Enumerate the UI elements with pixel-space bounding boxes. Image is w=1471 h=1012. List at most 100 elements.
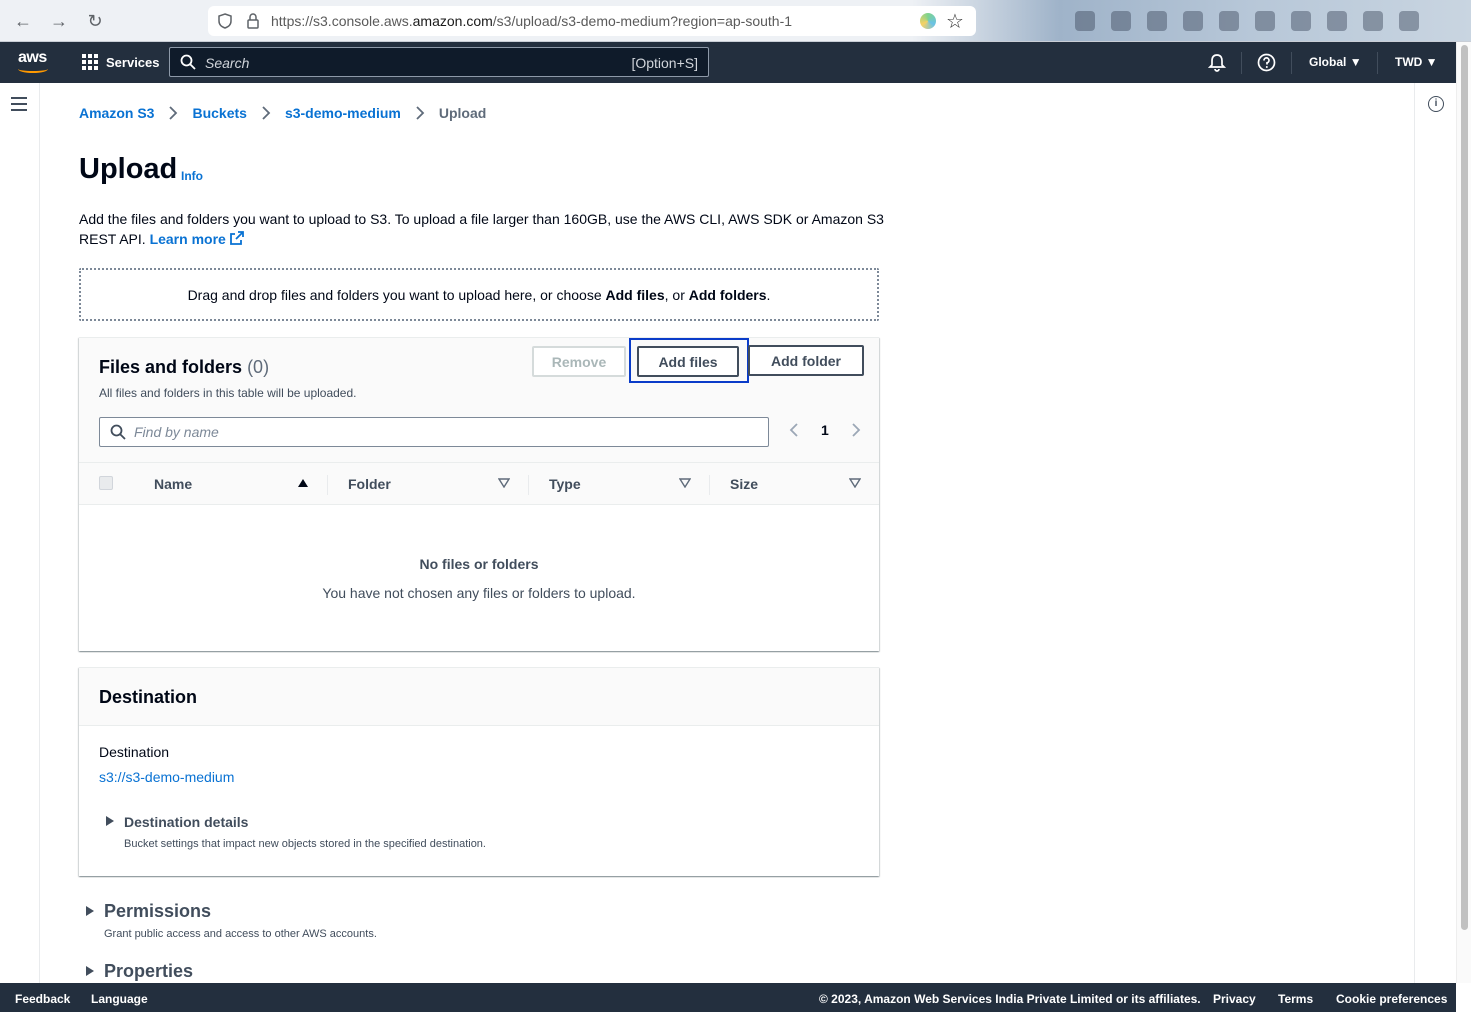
destination-uri-link[interactable]: s3://s3-demo-medium xyxy=(99,769,234,785)
chevron-right-icon xyxy=(416,106,425,120)
empty-state-title: No files or folders xyxy=(419,556,539,572)
extension-icon[interactable] xyxy=(1291,11,1311,31)
destination-panel: Destination Destination s3://s3-demo-med… xyxy=(79,667,879,876)
services-menu-button[interactable]: Services xyxy=(82,54,160,70)
page-description: Add the files and folders you want to up… xyxy=(79,211,884,247)
search-icon xyxy=(110,424,126,440)
page-number[interactable]: 1 xyxy=(821,422,829,438)
column-divider xyxy=(709,475,710,495)
extension-icon[interactable] xyxy=(1255,11,1275,31)
remove-button[interactable]: Remove xyxy=(532,346,626,377)
breadcrumb-bucket[interactable]: s3-demo-medium xyxy=(285,105,401,121)
upload-dropzone[interactable]: Drag and drop files and folders you want… xyxy=(79,268,879,321)
chevron-left-icon[interactable] xyxy=(787,422,801,438)
files-count: (0) xyxy=(247,357,270,377)
caret-down-icon: ▼ xyxy=(1349,55,1362,69)
extensions-puzzle-icon[interactable] xyxy=(1363,11,1383,31)
column-header-type[interactable]: Type xyxy=(549,476,581,492)
extension-icon[interactable] xyxy=(1111,11,1131,31)
menu-hamburger-icon[interactable] xyxy=(11,97,27,111)
extension-icon[interactable] xyxy=(1147,11,1167,31)
files-panel-header: Files and folders (0) All files and fold… xyxy=(79,338,879,463)
browser-toolbar: ← → ↻ https://s3.console.aws.amazon.com/… xyxy=(0,0,1471,42)
account-dropdown[interactable]: TWD ▼ xyxy=(1395,55,1438,69)
find-by-name-input[interactable]: Find by name xyxy=(99,417,769,447)
sort-descending-icon[interactable] xyxy=(849,478,861,488)
terms-link[interactable]: Terms xyxy=(1278,992,1313,1006)
breadcrumb-current: Upload xyxy=(438,105,487,121)
nav-divider xyxy=(1241,52,1242,74)
back-icon[interactable]: ← xyxy=(12,10,34,32)
bookmark-star-icon[interactable]: ☆ xyxy=(946,9,964,34)
empty-state-message: You have not chosen any files or folders… xyxy=(322,585,636,601)
destination-title: Destination xyxy=(99,687,198,707)
column-header-name[interactable]: Name xyxy=(154,476,192,492)
search-shortcut: [Option+S] xyxy=(631,55,698,71)
page-scrollbar[interactable] xyxy=(1456,42,1471,983)
pocket-icon[interactable] xyxy=(1075,11,1095,31)
browser-menu-icon[interactable] xyxy=(1399,11,1419,31)
column-divider xyxy=(528,475,529,495)
console-footer: Feedback Language © 2023, Amazon Web Ser… xyxy=(0,983,1456,1012)
search-placeholder: Search xyxy=(205,55,250,71)
caret-right-icon[interactable] xyxy=(86,966,94,976)
pagination: 1 xyxy=(787,422,863,438)
forward-icon[interactable]: → xyxy=(48,10,70,32)
extension-icon[interactable] xyxy=(1219,11,1239,31)
nav-divider xyxy=(1291,52,1292,74)
url-text: https://s3.console.aws.amazon.com/s3/upl… xyxy=(271,13,793,29)
sort-descending-icon[interactable] xyxy=(679,478,691,488)
lock-icon xyxy=(247,13,259,29)
sort-descending-icon[interactable] xyxy=(498,478,510,488)
extension-icon[interactable] xyxy=(1183,11,1203,31)
chevron-right-icon xyxy=(262,106,271,120)
properties-section-toggle[interactable]: Properties xyxy=(104,961,193,982)
aws-smile-icon xyxy=(18,65,48,73)
table-header: Name Folder Type Size xyxy=(79,463,879,505)
breadcrumb-amazon-s3[interactable]: Amazon S3 xyxy=(79,105,154,121)
files-panel-subtitle: All files and folders in this table will… xyxy=(99,386,357,400)
shield-icon xyxy=(218,13,232,29)
region-dropdown[interactable]: Global ▼ xyxy=(1309,55,1362,69)
global-search-input[interactable]: Search [Option+S] xyxy=(169,47,709,77)
caret-down-icon: ▼ xyxy=(1425,55,1438,69)
destination-details-description: Bucket settings that impact new objects … xyxy=(124,838,486,850)
scrollbar-thumb[interactable] xyxy=(1461,45,1468,930)
nav-divider xyxy=(1377,52,1378,74)
destination-details-toggle[interactable]: Destination details xyxy=(124,814,248,830)
destination-label: Destination xyxy=(99,744,170,760)
column-header-size[interactable]: Size xyxy=(730,476,758,492)
files-panel-title: Files and folders (0) xyxy=(99,357,270,377)
language-link[interactable]: Language xyxy=(91,992,148,1006)
learn-more-link[interactable]: Learn more xyxy=(150,231,244,247)
notifications-bell-icon[interactable] xyxy=(1208,53,1226,72)
column-divider xyxy=(327,475,328,495)
privacy-link[interactable]: Privacy xyxy=(1213,992,1256,1006)
chevron-right-icon[interactable] xyxy=(849,422,863,438)
right-side-rail: i xyxy=(1414,83,1456,983)
caret-right-icon[interactable] xyxy=(86,906,94,916)
sort-ascending-icon[interactable] xyxy=(297,478,309,488)
services-label: Services xyxy=(106,54,160,70)
add-files-button[interactable]: Add files xyxy=(637,346,739,377)
permissions-section-toggle[interactable]: Permissions xyxy=(104,901,211,922)
breadcrumb: Amazon S3 Buckets s3-demo-medium Upload xyxy=(79,105,486,121)
address-bar[interactable]: https://s3.console.aws.amazon.com/s3/upl… xyxy=(208,6,976,36)
permissions-description: Grant public access and access to other … xyxy=(104,928,377,940)
destination-panel-header: Destination xyxy=(79,668,879,726)
extension-icon[interactable] xyxy=(1327,11,1347,31)
info-link[interactable]: Info xyxy=(181,169,203,183)
breadcrumb-buckets[interactable]: Buckets xyxy=(192,105,246,121)
feedback-link[interactable]: Feedback xyxy=(15,992,70,1006)
caret-right-icon[interactable] xyxy=(106,816,114,826)
info-panel-icon[interactable]: i xyxy=(1428,96,1444,112)
chevron-right-icon xyxy=(169,106,178,120)
column-header-folder[interactable]: Folder xyxy=(348,476,391,492)
cookie-preferences-link[interactable]: Cookie preferences xyxy=(1336,992,1447,1006)
extension-icon[interactable] xyxy=(920,13,936,29)
reload-icon[interactable]: ↻ xyxy=(84,10,106,32)
select-all-checkbox[interactable] xyxy=(99,476,113,490)
add-folder-button[interactable]: Add folder xyxy=(748,345,864,376)
help-icon[interactable] xyxy=(1257,53,1276,72)
aws-logo[interactable]: aws xyxy=(18,50,52,73)
